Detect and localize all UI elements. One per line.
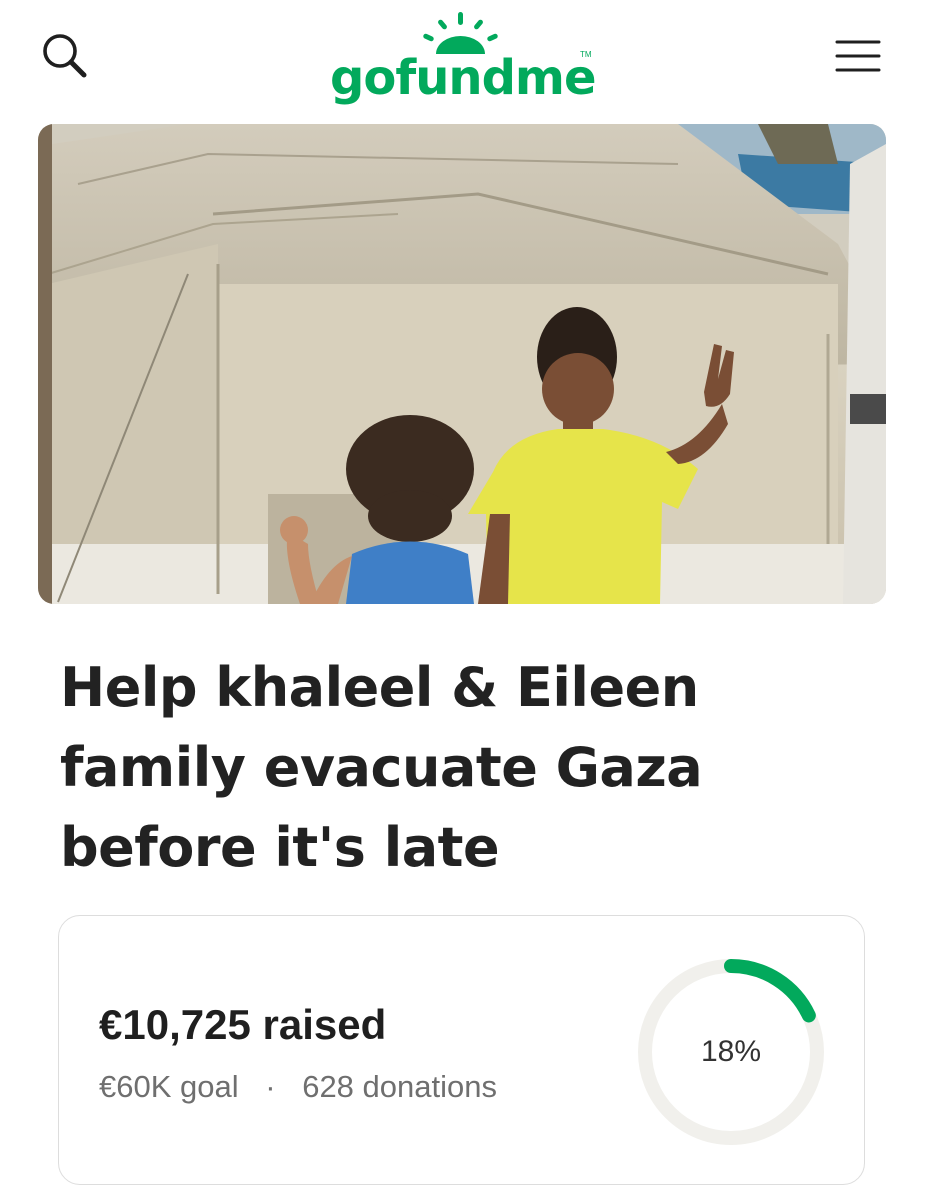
separator-dot: · bbox=[265, 1069, 276, 1104]
trademark-mark: TM bbox=[580, 50, 592, 59]
donation-progress-card: €10,725 raised €60K goal · 628 donations… bbox=[58, 915, 865, 1185]
donation-count: 628 donations bbox=[302, 1069, 497, 1104]
top-navigation-bar: gofundme TM bbox=[0, 0, 925, 120]
amount-raised: €10,725 raised bbox=[99, 1001, 387, 1048]
hamburger-menu-icon bbox=[835, 40, 881, 72]
gofundme-logo[interactable]: gofundme TM bbox=[330, 10, 600, 110]
hero-photo bbox=[38, 124, 886, 604]
sun-logo-icon bbox=[423, 12, 498, 54]
search-button[interactable] bbox=[38, 30, 96, 84]
search-icon bbox=[43, 34, 87, 78]
progress-percent: 18% bbox=[700, 1035, 762, 1068]
menu-button[interactable] bbox=[832, 36, 884, 76]
goal-amount: €60K goal bbox=[99, 1069, 239, 1104]
campaign-title: Help khaleel & Eileen family evacuate Ga… bbox=[60, 656, 703, 879]
logo-wordmark: gofundme bbox=[330, 50, 597, 106]
goal-and-donations: €60K goal · 628 donations bbox=[99, 1069, 497, 1105]
campaign-hero-image[interactable] bbox=[38, 124, 886, 604]
